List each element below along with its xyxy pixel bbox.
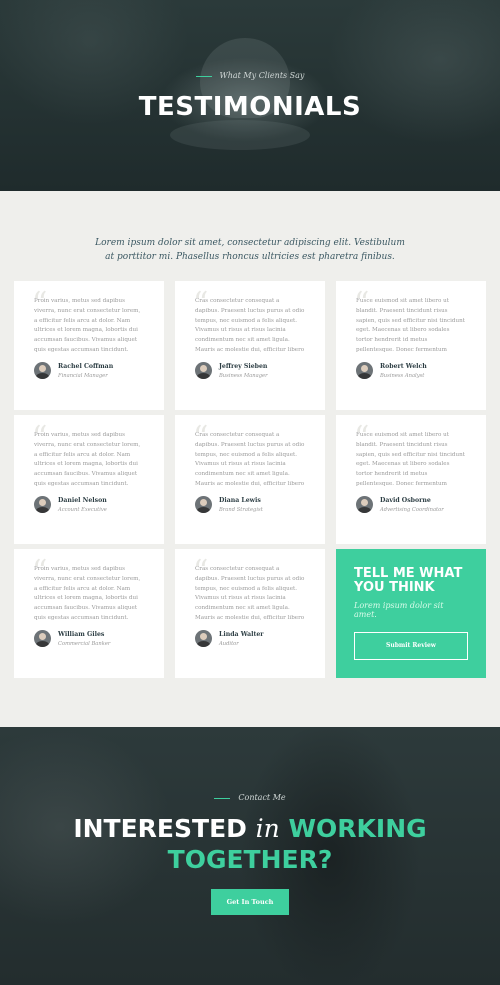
avatar xyxy=(195,362,212,379)
eyebrow-accent-line xyxy=(195,75,212,77)
avatar xyxy=(356,496,373,513)
avatar xyxy=(356,362,373,379)
testimonial-author: Linda Walter Auditor xyxy=(195,630,315,650)
eyebrow-accent-line xyxy=(214,797,231,799)
avatar xyxy=(195,496,212,513)
author-role: Account Executive xyxy=(58,507,107,513)
hero-eyebrow: What My Clients Say xyxy=(0,71,500,80)
author-name: William Giles xyxy=(58,631,105,638)
contact-title-part2: in xyxy=(255,814,280,843)
testimonial-card: “ Cras consectetur consequat a dapibus. … xyxy=(175,281,325,410)
testimonial-card: “ Cras consectetur consequat a dapibus. … xyxy=(175,549,325,678)
avatar xyxy=(34,630,51,647)
testimonial-card: “ Proin varius, metus sed dapibus viverr… xyxy=(14,549,164,678)
contact-eyebrow-text: Contact Me xyxy=(238,793,286,802)
contact-eyebrow: Contact Me xyxy=(0,793,500,802)
author-role: Financial Manager xyxy=(58,373,108,379)
cta-title: TELL ME WHAT YOU THINK xyxy=(354,566,463,595)
contact-section: Contact Me INTERESTED in WORKING TOGETHE… xyxy=(0,727,500,985)
author-name: Daniel Nelson xyxy=(58,497,107,504)
author-role: Advertising Coordinator xyxy=(380,507,444,513)
testimonial-author: Rachel Coffman Financial Manager xyxy=(34,362,154,382)
author-name: Jeffrey Sieben xyxy=(219,363,268,370)
testimonial-text: Proin varius, metus sed dapibus viverra,… xyxy=(34,298,141,357)
testimonial-text: Proin varius, metus sed dapibus viverra,… xyxy=(34,566,141,625)
author-role: Business Analyst xyxy=(380,373,425,379)
testimonial-card: “ Proin varius, metus sed dapibus viverr… xyxy=(14,281,164,410)
author-name: Diana Lewis xyxy=(219,497,261,504)
get-in-touch-button[interactable]: Get In Touch xyxy=(211,889,289,915)
author-name: David Osborne xyxy=(380,497,431,504)
testimonial-text: Cras consectetur consequat a dapibus. Pr… xyxy=(195,432,305,491)
page-title: TESTIMONIALS xyxy=(138,92,362,122)
testimonial-author: Jeffrey Sieben Business Manager xyxy=(195,362,315,382)
testimonial-text: Cras consectetur consequat a dapibus. Pr… xyxy=(195,566,305,625)
testimonial-author: Diana Lewis Brand Strategist xyxy=(195,496,315,516)
testimonial-card: “ Cras consectetur consequat a dapibus. … xyxy=(175,415,325,544)
avatar xyxy=(34,362,51,379)
author-role: Brand Strategist xyxy=(219,507,263,513)
avatar xyxy=(195,630,212,647)
cta-subtitle: Lorem ipsum dolor sit amet. xyxy=(354,601,444,619)
author-role: Auditor xyxy=(219,641,239,647)
contact-title-part4: TOGETHER? xyxy=(167,845,333,874)
contact-title: INTERESTED in WORKING TOGETHER? xyxy=(0,813,500,875)
testimonial-author: William Giles Commercial Banker xyxy=(34,630,154,650)
testimonial-text: Cras consectetur consequat a dapibus. Pr… xyxy=(195,298,305,357)
author-role: Commercial Banker xyxy=(58,641,111,647)
submit-review-button[interactable]: Submit Review xyxy=(354,632,468,660)
hero-eyebrow-text: What My Clients Say xyxy=(219,71,305,80)
testimonial-card: “ Fusce euismod sit amet libero ut bland… xyxy=(336,415,486,544)
intro-text: Lorem ipsum dolor sit amet, consectetur … xyxy=(95,238,405,262)
contact-title-part3: WORKING xyxy=(288,814,427,843)
author-name: Rachel Coffman xyxy=(58,363,114,370)
testimonial-text: Fusce euismod sit amet libero ut blandit… xyxy=(356,432,465,491)
testimonial-author: Robert Welch Business Analyst xyxy=(356,362,476,382)
testimonial-card: “ Fusce euismod sit amet libero ut bland… xyxy=(336,281,486,410)
avatar xyxy=(34,496,51,513)
testimonial-card: “ Proin varius, metus sed dapibus viverr… xyxy=(14,415,164,544)
hero-section: What My Clients Say TESTIMONIALS xyxy=(0,0,500,191)
testimonial-text: Fusce euismod sit amet libero ut blandit… xyxy=(356,298,465,357)
testimonial-text: Proin varius, metus sed dapibus viverra,… xyxy=(34,432,141,491)
author-name: Linda Walter xyxy=(219,631,264,638)
author-role: Business Manager xyxy=(219,373,268,379)
author-name: Robert Welch xyxy=(380,363,427,370)
contact-title-part1: INTERESTED xyxy=(73,814,247,843)
testimonial-author: David Osborne Advertising Coordinator xyxy=(356,496,476,516)
review-cta-card: TELL ME WHAT YOU THINK Lorem ipsum dolor… xyxy=(336,549,486,678)
testimonial-author: Daniel Nelson Account Executive xyxy=(34,496,154,516)
saucer-image xyxy=(170,120,310,150)
